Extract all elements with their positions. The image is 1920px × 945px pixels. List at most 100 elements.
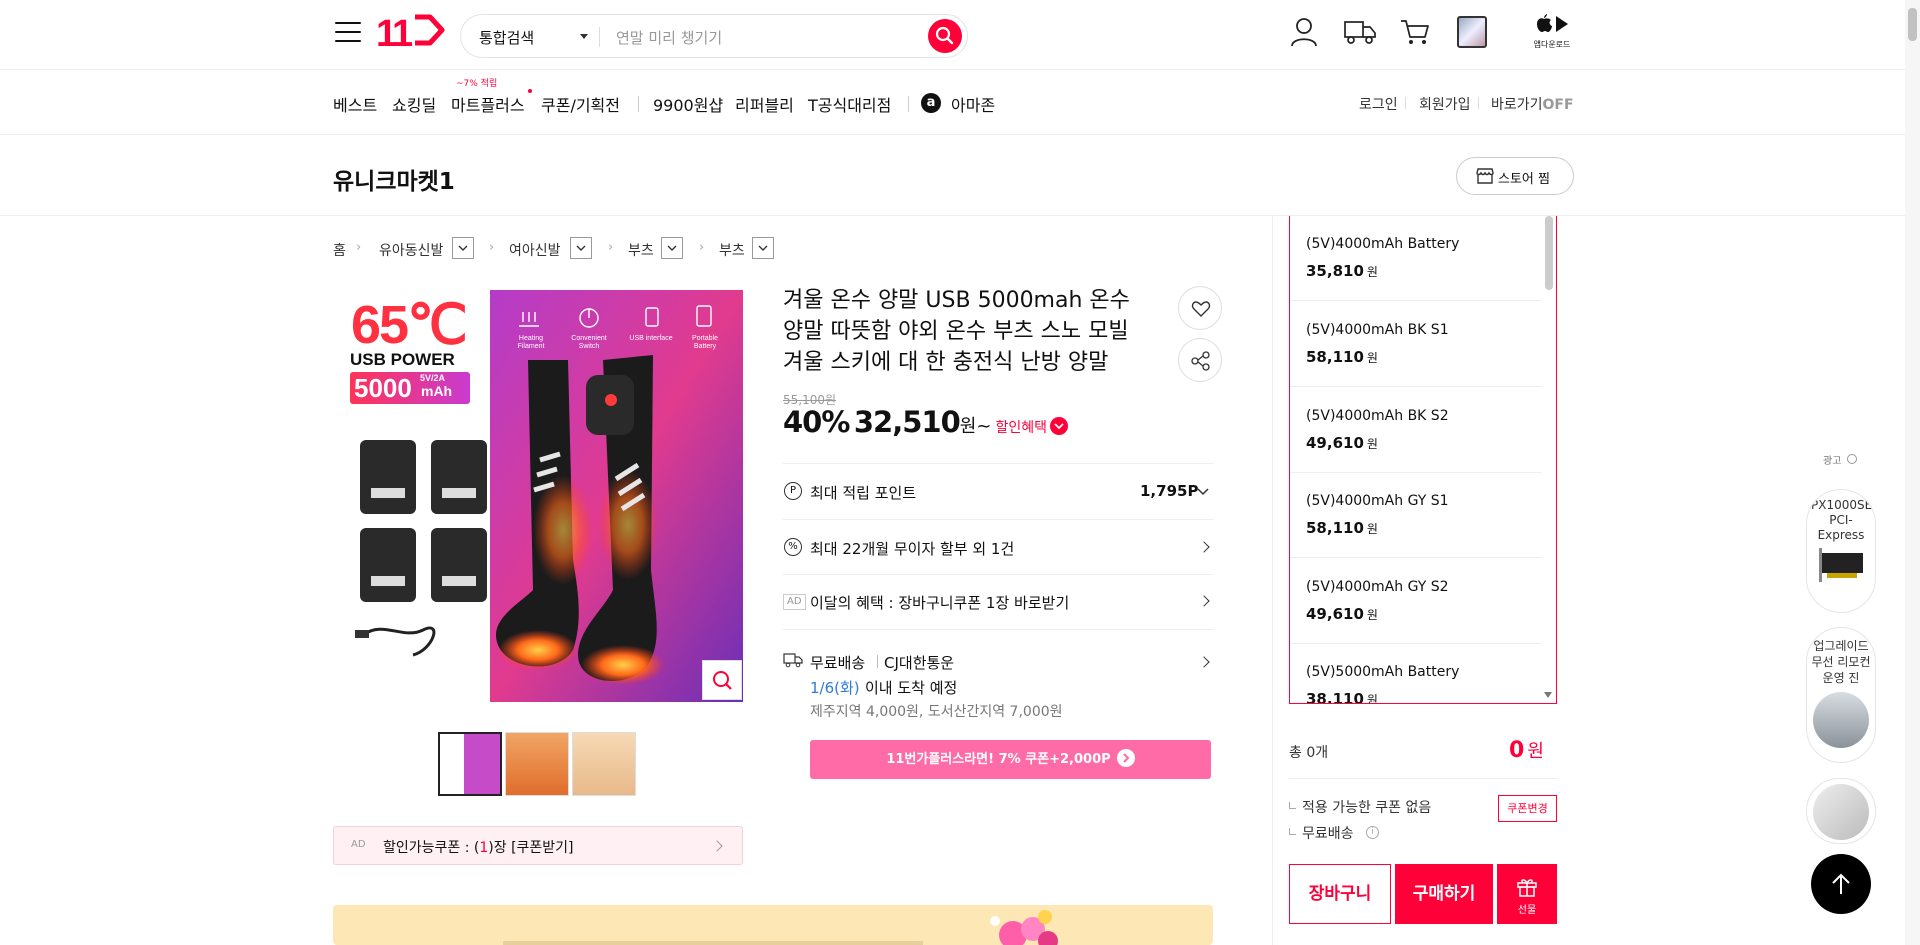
nav-refurbly[interactable]: 리퍼블리 [735,92,794,116]
coupon-count: 1 [479,840,489,856]
search-category-select[interactable]: 통합검색 [479,27,534,48]
gift-balloon-image [503,910,1058,945]
nav-amazon[interactable]: 아마존 [951,92,995,116]
nav-mart-plus[interactable]: 마트플러스 [451,92,525,116]
ad-tag: AD [783,594,806,610]
chevron-right-icon[interactable] [1198,595,1210,607]
svg-text:Filament: Filament [518,343,545,350]
info-icon[interactable] [1847,454,1857,464]
header: 11 통합검색 연말 미리 챙기기 앱다운로드 [0,0,1905,70]
breadcrumb-dropdown[interactable] [570,237,592,259]
option-name: (5V)4000mAh GY S2 [1306,579,1449,595]
monthly-benefit[interactable]: 이달의 혜택 : 장바구니쿠폰 1장 바로받기 [810,592,1069,613]
svg-text:Battery: Battery [694,343,717,350]
add-to-cart-button[interactable]: 장바구니 [1289,864,1391,924]
breadcrumb-item[interactable]: 여아신발 [509,240,561,260]
delivery-truck-icon[interactable] [1344,18,1376,46]
breadcrumb-item[interactable]: 유아동신발 [379,240,443,260]
gift-icon [1517,879,1537,897]
breadcrumb-home[interactable]: 홈 [333,240,346,260]
thumbnail-1[interactable] [438,732,502,796]
gift-button[interactable]: 선물 [1497,864,1557,924]
nav-shocking-deal[interactable]: 쇼킹딜 [392,92,436,116]
arrival-text: 이내 도착 예정 [865,679,958,697]
option-price: 58,110 원 [1306,519,1378,537]
heart-icon [1191,301,1211,317]
breadcrumb-item[interactable]: 부츠 [628,240,654,260]
info-icon[interactable]: i [1366,826,1379,839]
arrow-right-icon [1116,749,1135,767]
wishlist-button[interactable] [1178,286,1222,330]
zoom-button[interactable] [702,660,742,700]
option-name: (5V)4000mAh Battery [1306,236,1460,252]
app-download[interactable]: 앱다운로드 [1532,14,1572,50]
shipping-free: 무료배송 [810,654,866,672]
thumbnail-2[interactable] [505,732,569,796]
breadcrumb-item[interactable]: 부츠 [719,240,745,260]
store-name[interactable]: 유니크마켓1 [333,162,455,196]
chevron-right-icon[interactable] [1198,541,1210,553]
scroll-to-top-button[interactable] [1811,854,1871,914]
chevron-down-icon[interactable] [1049,417,1068,435]
thumbnail-3[interactable] [572,732,636,796]
page-scrollbar-thumb[interactable] [1908,8,1917,41]
plus-banner-text: 11번가플러스라면! 7% 쿠폰+2,000P [886,752,1111,767]
chevron-down-icon [458,245,468,251]
nav-best[interactable]: 베스트 [333,92,377,116]
chevron-down-icon[interactable] [1197,488,1209,496]
shortcut-toggle[interactable]: 바로가기OFF [1491,94,1574,114]
login-link[interactable]: 로그인 [1359,94,1398,114]
coupon-text: 할인가능쿠폰 : (1)장 [쿠폰받기] [383,837,574,857]
option-price: 49,610 원 [1306,434,1378,452]
option-item[interactable]: (5V)4000mAh Battery 35,810 원 [1290,216,1542,301]
search-button[interactable] [928,19,962,53]
user-icon[interactable] [1290,16,1318,48]
discount-benefit-link[interactable]: 할인혜택 [995,420,1047,436]
breadcrumb-dropdown[interactable] [661,237,683,259]
breadcrumb-arrow-icon: › [608,240,614,255]
join-link[interactable]: 회원가입 [1419,94,1471,114]
scroll-down-arrow-icon[interactable] [1544,692,1552,698]
cart-icon[interactable] [1400,18,1430,46]
product-main-image[interactable]: Heating Filament Convenient Switch USB i… [333,290,743,702]
option-item[interactable]: (5V)5000mAh Battery 38,110 원 [1290,644,1542,703]
buy-now-button[interactable]: 구매하기 [1395,864,1493,924]
nav-9900-shop[interactable]: 9900원샵 [653,92,723,116]
chevron-down-icon[interactable] [580,34,588,39]
no-coupon-text: 적용 가능한 쿠폰 없음 [1289,797,1431,817]
side-ad-item[interactable] [1806,778,1876,844]
menu-icon[interactable] [335,22,361,44]
nav-t-official[interactable]: T공식대리점 [808,92,891,116]
installment-info[interactable]: 최대 22개월 무이자 할부 외 1건 [810,538,1014,559]
option-item[interactable]: (5V)4000mAh GY S2 49,610 원 [1290,559,1542,644]
option-scrollbar-thumb[interactable] [1545,216,1553,290]
chevron-right-icon[interactable] [1198,656,1210,668]
discount-rate: 40% [783,405,850,439]
divider [1289,778,1557,779]
coupon-change-button[interactable]: 쿠폰변경 [1498,795,1557,822]
option-item[interactable]: (5V)4000mAh BK S2 49,610 원 [1290,388,1542,473]
logo[interactable]: 11 [376,14,446,54]
side-ad-item[interactable]: PX1000SE PCI-Express [1806,489,1876,613]
search-input[interactable]: 연말 미리 챙기기 [616,27,722,48]
promo-banner[interactable] [333,905,1213,945]
nav-coupon[interactable]: 쿠폰/기획전 [541,92,620,116]
plus-membership-banner[interactable]: 11번가플러스라면! 7% 쿠폰+2,000P [810,740,1211,779]
breadcrumb-dropdown[interactable] [752,237,774,259]
image-usb-power: USB POWER [350,350,455,369]
amazon-icon[interactable]: a [921,93,941,113]
breadcrumb-dropdown[interactable] [452,237,474,259]
option-price: 35,810 원 [1306,262,1378,280]
coupon-download-box[interactable]: AD 할인가능쿠폰 : (1)장 [쿠폰받기] [333,826,743,865]
store-bar: 유니크마켓1 스토어 찜 [0,136,1905,216]
side-ad-item[interactable]: 업그레이드 무선 리모컨 운영 진 [1806,627,1876,763]
page-scrollbar[interactable] [1905,0,1920,945]
store-follow-button[interactable]: 스토어 찜 [1456,157,1574,195]
pci-card-image [1819,548,1863,582]
app-store-icon [1537,14,1568,32]
option-item[interactable]: (5V)4000mAh BK S1 58,110 원 [1290,302,1542,387]
recent-product-icon[interactable] [1457,16,1487,48]
option-item[interactable]: (5V)4000mAh GY S1 58,110 원 [1290,473,1542,558]
point-value[interactable]: 1,795P [1140,482,1198,500]
share-button[interactable] [1178,338,1222,382]
